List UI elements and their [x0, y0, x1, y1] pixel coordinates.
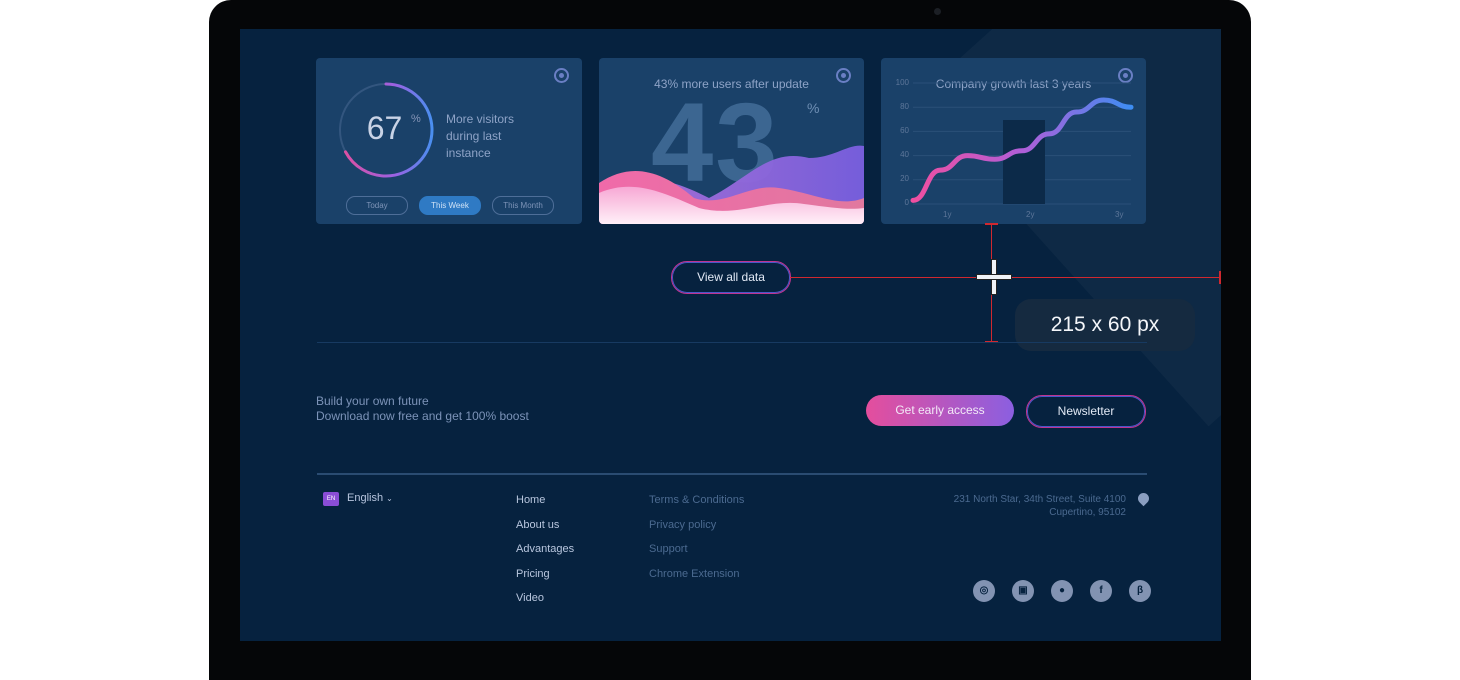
location-pin-icon: [1135, 490, 1152, 507]
footer-link-video[interactable]: Video: [516, 592, 574, 617]
cta-line-1: Build your own future: [316, 394, 429, 408]
users-card: 67 % More visitors during last instance …: [316, 58, 582, 224]
caption-line: instance: [446, 146, 491, 160]
language-label: English: [347, 492, 384, 504]
footer-nav-secondary: Terms & Conditions Privacy policy Suppor…: [649, 494, 744, 592]
update-card: 43 % 43% more users after update: [599, 58, 864, 224]
divider: [317, 342, 1147, 343]
footer-nav-main: Home About us Advantages Pricing Video: [516, 494, 574, 617]
address-line-1: 231 North Star, 34th Street, Suite 4100: [953, 494, 1126, 505]
camera-dot: [934, 8, 941, 15]
footer-divider: [317, 473, 1147, 475]
early-access-button[interactable]: Get early access: [866, 395, 1014, 426]
dribbble-icon[interactable]: ◎: [973, 580, 995, 602]
behance-icon[interactable]: β: [1129, 580, 1151, 602]
visitors-caption: More visitors during last instance: [446, 111, 536, 162]
caption-line: More visitors: [446, 112, 515, 126]
footer-link-extension[interactable]: Chrome Extension: [649, 568, 744, 593]
growth-card: Company growth last 3 years 100 80 60 40…: [881, 58, 1146, 224]
facebook-icon[interactable]: f: [1090, 580, 1112, 602]
measure-tooltip: 215 x 60 px: [1015, 299, 1195, 351]
crosshair-cursor-bar: [977, 275, 1011, 279]
ring-unit: %: [411, 113, 421, 125]
language-selector[interactable]: English ⌄: [347, 492, 393, 504]
growth-chart: [910, 82, 1134, 205]
gear-icon[interactable]: [554, 68, 569, 83]
caption-line: during last: [446, 129, 502, 143]
pill-this-month[interactable]: This Month: [492, 196, 554, 215]
footer-link-support[interactable]: Support: [649, 543, 744, 568]
footer-link-advantages[interactable]: Advantages: [516, 543, 574, 568]
footer-link-home[interactable]: Home: [516, 494, 574, 519]
chevron-down-icon: ⌄: [386, 494, 393, 503]
measure-cap: [985, 223, 998, 225]
footer-link-pricing[interactable]: Pricing: [516, 568, 574, 593]
medium-icon[interactable]: ●: [1051, 580, 1073, 602]
footer-link-about[interactable]: About us: [516, 519, 574, 544]
view-all-data-button[interactable]: View all data: [671, 261, 791, 294]
address-line-2: Cupertino, 95102: [1049, 507, 1126, 518]
cta-line-2: Download now free and get 100% boost: [316, 409, 529, 423]
newsletter-button[interactable]: Newsletter: [1026, 395, 1146, 428]
measure-cap: [1219, 271, 1221, 284]
pill-today[interactable]: Today: [346, 196, 408, 215]
pill-this-week[interactable]: This Week: [419, 196, 481, 215]
footer-link-privacy[interactable]: Privacy policy: [649, 519, 744, 544]
language-badge: EN: [323, 492, 339, 506]
cta-text: Build your own future Download now free …: [316, 394, 529, 424]
app-screen: 67 % More visitors during last instance …: [240, 29, 1221, 641]
highlight-band: [1003, 120, 1045, 204]
address: 231 North Star, 34th Street, Suite 4100 …: [880, 493, 1126, 519]
instagram-icon[interactable]: ▣: [1012, 580, 1034, 602]
footer-link-terms[interactable]: Terms & Conditions: [649, 494, 744, 519]
wave-graphic: [599, 145, 864, 224]
